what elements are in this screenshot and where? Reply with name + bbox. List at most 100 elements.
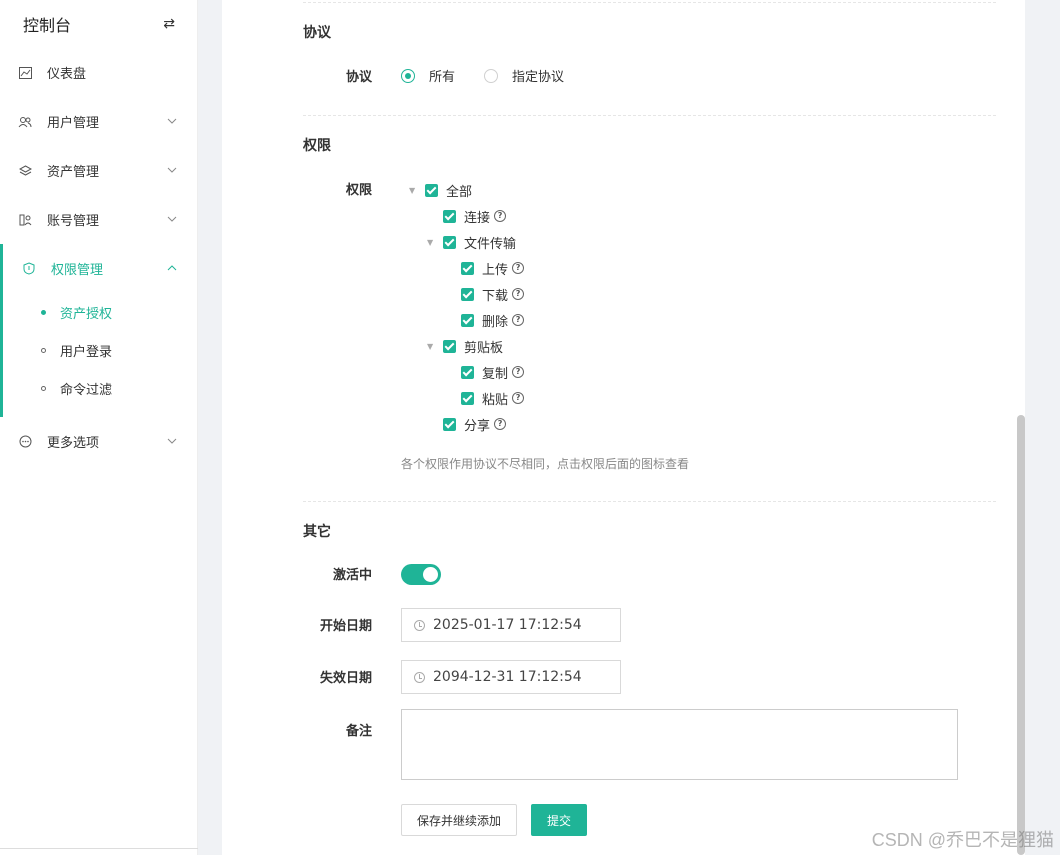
radio-label: 所有 (429, 70, 456, 85)
start-date-value: 2025-01-17 17:12:54 (433, 617, 582, 633)
radio-specified[interactable]: 指定协议 (484, 66, 564, 85)
tree-node-file-transfer[interactable]: ▼ 文件传输 (427, 233, 517, 252)
tree-node-upload[interactable]: 上传 ? (461, 259, 525, 278)
tree-node-delete[interactable]: 删除 ? (461, 311, 525, 330)
tree-node-paste[interactable]: 粘贴 ? (461, 389, 525, 408)
tree-node-clipboard[interactable]: ▼ 剪贴板 (427, 337, 504, 356)
sidebar-item-label: 资产管理 (47, 165, 100, 180)
chevron-down-icon (167, 436, 177, 447)
section-title-other: 其它 (303, 524, 331, 540)
shield-icon (22, 262, 36, 276)
start-date-label: 开始日期 (319, 619, 372, 634)
section-title-permission: 权限 (303, 138, 331, 154)
tree-label: 删除 (482, 314, 509, 330)
tree-label: 连接 (464, 210, 491, 226)
sidebar-subitem-user-login[interactable]: 用户登录 (3, 331, 197, 369)
section-divider (303, 115, 996, 116)
checkbox[interactable] (425, 183, 438, 197)
permission-label: 权限 (345, 183, 372, 198)
radio-circle (484, 68, 498, 83)
remark-textarea[interactable] (401, 709, 958, 780)
sidebar-header: 控制台 ⇄ (0, 0, 197, 48)
tree-label: 全部 (446, 184, 473, 200)
sidebar-subitem-asset-authorization[interactable]: 资产授权 (3, 293, 197, 331)
chevron-down-icon (167, 116, 177, 127)
sidebar-item-permissions[interactable]: 权限管理 (3, 244, 197, 293)
tree-label: 剪贴板 (464, 340, 504, 356)
sidebar-subitem-command-filter[interactable]: 命令过滤 (3, 369, 197, 407)
tree-node-copy[interactable]: 复制 ? (461, 363, 525, 382)
tree-node-connect[interactable]: 连接 ? (443, 207, 507, 226)
question-icon[interactable]: ? (512, 392, 525, 404)
tree-label: 复制 (482, 366, 509, 382)
sidebar-item-label: 权限管理 (51, 263, 104, 278)
bullet-icon (41, 385, 46, 391)
sidebar-item-label: 仪表盘 (47, 67, 87, 82)
sidebar-item-label: 用户管理 (47, 116, 100, 131)
question-icon[interactable]: ? (512, 314, 525, 326)
switch-icon[interactable]: ⇄ (163, 16, 175, 32)
chart-icon (18, 66, 32, 80)
account-icon (18, 213, 32, 227)
chevron-down-icon (167, 214, 177, 225)
checkbox[interactable] (461, 261, 474, 275)
submit-button[interactable]: 提交 (531, 804, 587, 836)
radio-label: 指定协议 (512, 70, 565, 85)
checkbox[interactable] (443, 417, 456, 431)
radio-circle (401, 68, 415, 83)
checkbox[interactable] (443, 339, 456, 353)
caret-down-icon[interactable]: ▼ (427, 238, 437, 247)
save-and-continue-button[interactable]: 保存并继续添加 (401, 804, 517, 836)
section-divider (303, 2, 996, 3)
sidebar-item-dashboard[interactable]: 仪表盘 (0, 48, 197, 97)
tree-node-all[interactable]: ▼ 全部 (409, 181, 473, 200)
sidebar-item-more[interactable]: 更多选项 (0, 417, 197, 466)
question-icon[interactable]: ? (512, 288, 525, 300)
section-title-protocol: 协议 (303, 25, 331, 41)
main-panel: 协议 协议 所有 指定协议 权限 权限 ▼ 全部 连接 ? ▼ 文件传输 上传 … (222, 0, 1025, 855)
clock-icon (414, 671, 425, 683)
checkbox[interactable] (443, 235, 456, 249)
sidebar-subitem-label: 资产授权 (60, 306, 113, 322)
sidebar-item-accounts[interactable]: 账号管理 (0, 195, 197, 244)
checkbox[interactable] (461, 391, 474, 405)
checkbox[interactable] (461, 365, 474, 379)
section-divider (303, 501, 996, 502)
sidebar-item-label: 更多选项 (47, 436, 100, 451)
tree-label: 上传 (482, 262, 509, 278)
radio-all[interactable]: 所有 (401, 66, 455, 85)
scrollbar[interactable] (1017, 415, 1025, 855)
tree-node-download[interactable]: 下载 ? (461, 285, 525, 304)
chevron-down-icon (167, 165, 177, 176)
sidebar-subitem-label: 命令过滤 (60, 382, 113, 398)
bullet-icon (41, 309, 46, 315)
checkbox[interactable] (461, 287, 474, 301)
question-icon[interactable]: ? (512, 366, 525, 378)
question-icon[interactable]: ? (494, 210, 507, 222)
question-icon[interactable]: ? (512, 262, 525, 274)
sidebar-item-users[interactable]: 用户管理 (0, 97, 197, 146)
sidebar: 控制台 ⇄ 仪表盘 用户管理 资产管理 账号管理 权限管理 资产授权 用户登录 … (0, 0, 198, 855)
question-icon[interactable]: ? (494, 418, 507, 430)
caret-down-icon[interactable]: ▼ (409, 186, 419, 195)
tree-node-share[interactable]: 分享 ? (443, 415, 507, 434)
tree-label: 文件传输 (464, 236, 517, 252)
end-date-value: 2094-12-31 17:12:54 (433, 669, 582, 685)
clock-icon (414, 619, 425, 631)
start-date-input[interactable]: 2025-01-17 17:12:54 (401, 608, 621, 642)
sidebar-divider (0, 848, 198, 849)
permission-hint: 各个权限作用协议不尽相同，点击权限后面的图标查看 (401, 457, 690, 471)
checkbox[interactable] (461, 313, 474, 327)
sidebar-subitem-label: 用户登录 (60, 344, 113, 360)
remark-label: 备注 (345, 724, 372, 739)
checkbox[interactable] (443, 209, 456, 223)
end-date-input[interactable]: 2094-12-31 17:12:54 (401, 660, 621, 694)
console-title: 控制台 (23, 16, 72, 35)
active-toggle[interactable] (401, 564, 441, 585)
watermark: CSDN @乔巴不是狸猫 (871, 830, 1054, 850)
sidebar-item-assets[interactable]: 资产管理 (0, 146, 197, 195)
end-date-label: 失效日期 (319, 671, 372, 686)
caret-down-icon[interactable]: ▼ (427, 342, 437, 351)
more-icon (18, 435, 32, 449)
sidebar-item-label: 账号管理 (47, 214, 100, 229)
